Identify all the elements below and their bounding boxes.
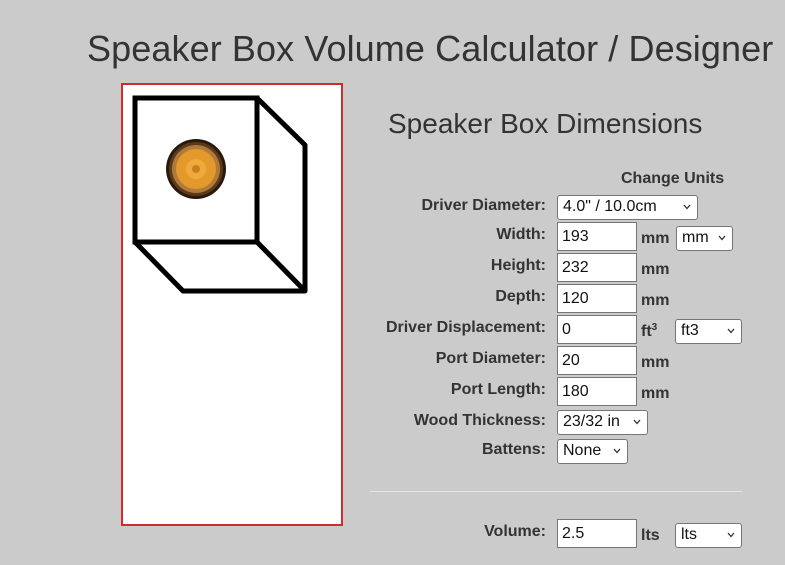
wood-thickness-label: Wood Thickness: [413,412,546,429]
chevron-down-icon [633,419,641,425]
width-unit: mm [641,230,670,247]
section-divider [370,491,742,492]
volume-label: Volume: [484,523,546,540]
driver-displacement-label: Driver Displacement: [385,319,546,336]
depth-input[interactable] [557,284,637,313]
driver-displacement-unit-select[interactable]: ft3 [675,319,742,344]
battens-select[interactable]: None [557,439,628,464]
port-diameter-label: Port Diameter: [435,350,546,367]
section-title: Speaker Box Dimensions [388,108,703,139]
wood-thickness-select[interactable]: 23/32 in [557,410,648,435]
battens-select-value: None [563,442,602,459]
width-unit-select-value: mm [682,229,709,246]
wood-thickness-select-value: 23/32 in [563,413,620,430]
volume-unit-select-value: lts [681,526,697,543]
height-label: Height: [490,257,546,274]
port-length-unit: mm [641,385,670,402]
port-length-input[interactable] [557,377,637,406]
port-diameter-unit: mm [641,354,670,371]
driver-diameter-select[interactable]: 4.0" / 10.0cm [557,195,698,220]
chevron-down-icon [718,235,726,241]
driver-diameter-label: Driver Diameter: [421,197,547,214]
width-label: Width: [496,226,546,243]
driver-displacement-unit-select-value: ft3 [681,322,699,339]
battens-label: Battens: [481,441,546,458]
chevron-down-icon [727,328,735,334]
chevron-down-icon [613,448,621,454]
driver-displacement-input[interactable] [557,315,637,344]
chevron-down-icon [683,204,691,210]
driver-displacement-unit-exponent: 3 [651,322,658,333]
port-length-label: Port Length: [450,381,546,398]
volume-input[interactable] [557,519,637,548]
width-unit-select[interactable]: mm [676,226,733,251]
box-side-face [255,96,308,294]
box-preview-panel [121,83,343,526]
speaker-driver-icon [166,139,226,199]
port-diameter-input[interactable] [557,346,637,375]
speaker-box-icon [132,95,308,294]
height-unit: mm [641,261,670,278]
page-title: Speaker Box Volume Calculator / Designer [87,28,774,69]
volume-unit: lts [641,527,660,544]
height-input[interactable] [557,253,637,282]
volume-unit-select[interactable]: lts [675,523,742,548]
depth-unit: mm [641,292,670,309]
driver-displacement-unit-base: ft [641,323,652,340]
change-units-label: Change Units [621,170,725,187]
depth-label: Depth: [495,288,546,305]
chevron-down-icon [727,532,735,538]
width-input[interactable] [557,222,637,251]
driver-displacement-unit: ft3 [641,322,657,341]
driver-diameter-select-value: 4.0" / 10.0cm [563,198,657,215]
